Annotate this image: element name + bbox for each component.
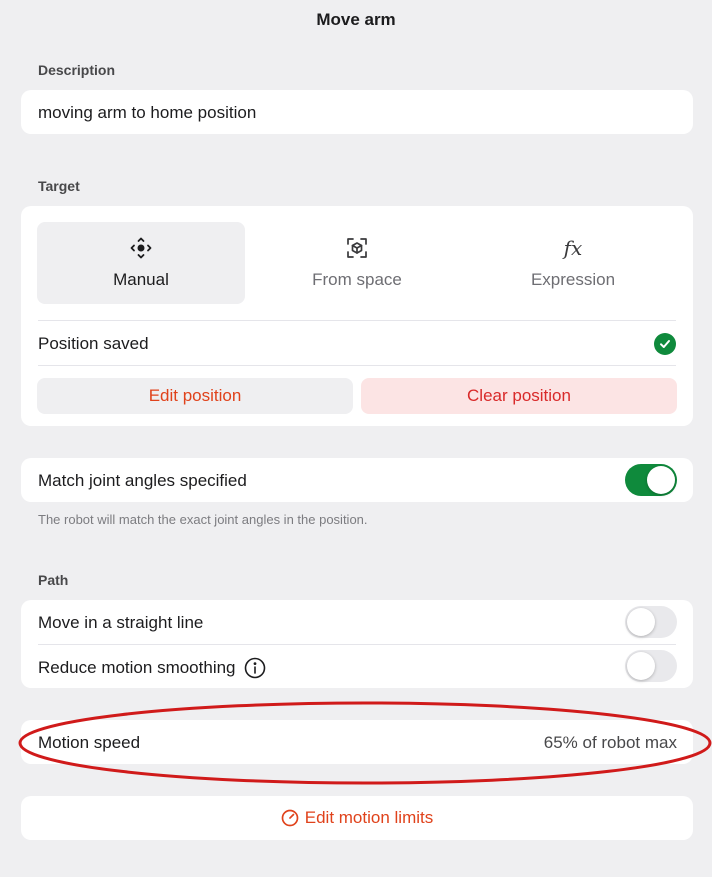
straight-line-toggle[interactable]	[625, 606, 677, 638]
target-section-label: Target	[38, 178, 80, 194]
motion-speed-value: 65% of robot max	[543, 733, 677, 752]
target-mode-expression-label: Expression	[530, 270, 616, 289]
motion-speed-row[interactable]: Motion speed 65% of robot max	[21, 720, 693, 764]
straight-line-row: Move in a straight line	[21, 600, 693, 644]
divider	[38, 320, 676, 321]
check-circle-icon	[654, 333, 676, 355]
divider	[38, 365, 676, 366]
target-mode-manual-label: Manual	[113, 270, 169, 289]
target-mode-manual[interactable]: Manual	[37, 222, 245, 304]
info-icon[interactable]	[244, 657, 266, 679]
gauge-icon	[281, 809, 299, 827]
motion-speed-label: Motion speed	[38, 733, 141, 752]
description-section-label: Description	[38, 62, 116, 78]
target-mode-from-space-label: From space	[312, 270, 402, 289]
reduce-smoothing-row: Reduce motion smoothing	[21, 644, 693, 688]
match-joint-angles-label: Match joint angles specified	[38, 471, 247, 490]
path-section-label: Path	[38, 572, 69, 588]
edit-motion-limits-label: Edit motion limits	[304, 808, 434, 827]
target-mode-from-space[interactable]: From space	[253, 222, 461, 304]
reduce-smoothing-label: Reduce motion smoothing	[38, 658, 236, 677]
description-input-value[interactable]: moving arm to home position	[38, 103, 256, 123]
toggle-knob	[627, 652, 655, 680]
move-arrows-icon	[129, 236, 153, 260]
page-title: Move arm	[316, 10, 396, 29]
clear-position-button[interactable]: Clear position	[361, 378, 677, 414]
position-status-text: Position saved	[38, 334, 149, 353]
description-field[interactable]: moving arm to home position	[21, 90, 693, 134]
cube-scan-icon	[345, 236, 369, 260]
target-card: Manual From space fx Expression Position…	[21, 206, 693, 426]
match-joint-angles-toggle[interactable]	[625, 464, 677, 496]
toggle-knob	[647, 466, 675, 494]
match-joint-angles-row: Match joint angles specified	[21, 458, 693, 502]
fx-icon: fx	[563, 236, 583, 260]
path-card: Move in a straight line Reduce motion sm…	[21, 600, 693, 688]
straight-line-label: Move in a straight line	[38, 613, 204, 632]
target-mode-expression[interactable]: fx Expression	[469, 222, 677, 304]
edit-position-button[interactable]: Edit position	[37, 378, 353, 414]
match-joint-angles-hint: The robot will match the exact joint ang…	[38, 512, 368, 527]
reduce-smoothing-toggle[interactable]	[625, 650, 677, 682]
toggle-knob	[627, 608, 655, 636]
edit-motion-limits-button[interactable]: Edit motion limits	[21, 796, 693, 840]
